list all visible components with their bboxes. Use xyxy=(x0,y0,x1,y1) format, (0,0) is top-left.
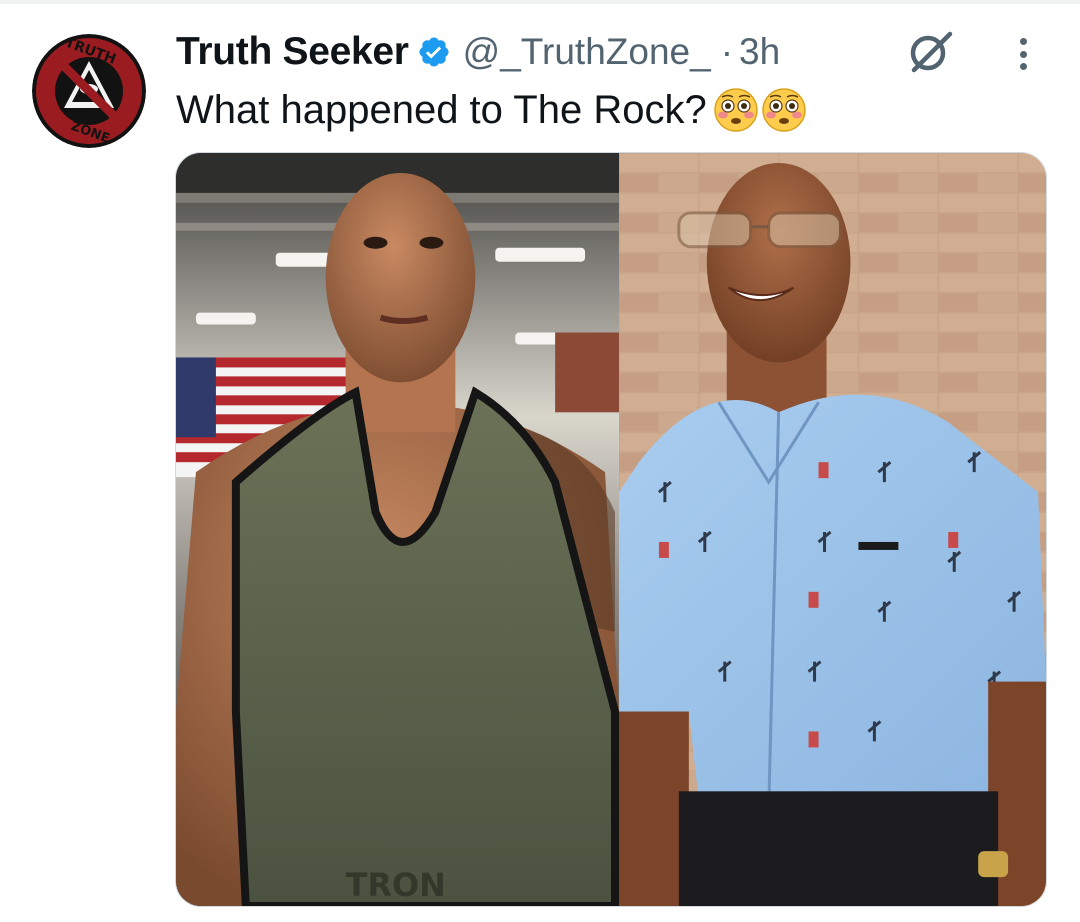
dot-icon xyxy=(1019,63,1027,70)
media-grid[interactable]: TRON xyxy=(175,152,1047,907)
photo-gym-tank-top[interactable]: TRON xyxy=(176,153,619,906)
tweet[interactable]: TRUTH ZONE Truth Seeker @_TruthZone_ · 3… xyxy=(0,0,1080,922)
truth-zone-logo-icon: TRUTH ZONE xyxy=(32,34,146,148)
tweet-header: Truth Seeker @_TruthZone_ · 3h xyxy=(176,26,780,78)
author-handle[interactable]: @_TruthZone_ xyxy=(463,31,711,73)
flushed-face-emoji-icon xyxy=(713,87,759,133)
tweet-text-row: What happened to The Rock? xyxy=(176,84,807,136)
tank-top-print: TRON xyxy=(346,866,446,904)
photo-blue-shirt[interactable] xyxy=(618,153,1046,906)
meta-separator: · xyxy=(720,31,734,72)
tweet-text: What happened to The Rock? xyxy=(176,87,707,132)
avatar[interactable]: TRUTH ZONE xyxy=(32,34,146,148)
dot-icon xyxy=(1019,38,1027,45)
author-display-name[interactable]: Truth Seeker xyxy=(176,30,409,74)
flushed-face-emoji-icon xyxy=(761,87,807,133)
grok-icon[interactable] xyxy=(904,28,956,74)
post-timestamp[interactable]: 3h xyxy=(739,31,780,73)
more-options-icon[interactable] xyxy=(1008,34,1038,74)
verified-badge-icon xyxy=(417,35,451,69)
dot-icon xyxy=(1019,50,1027,58)
